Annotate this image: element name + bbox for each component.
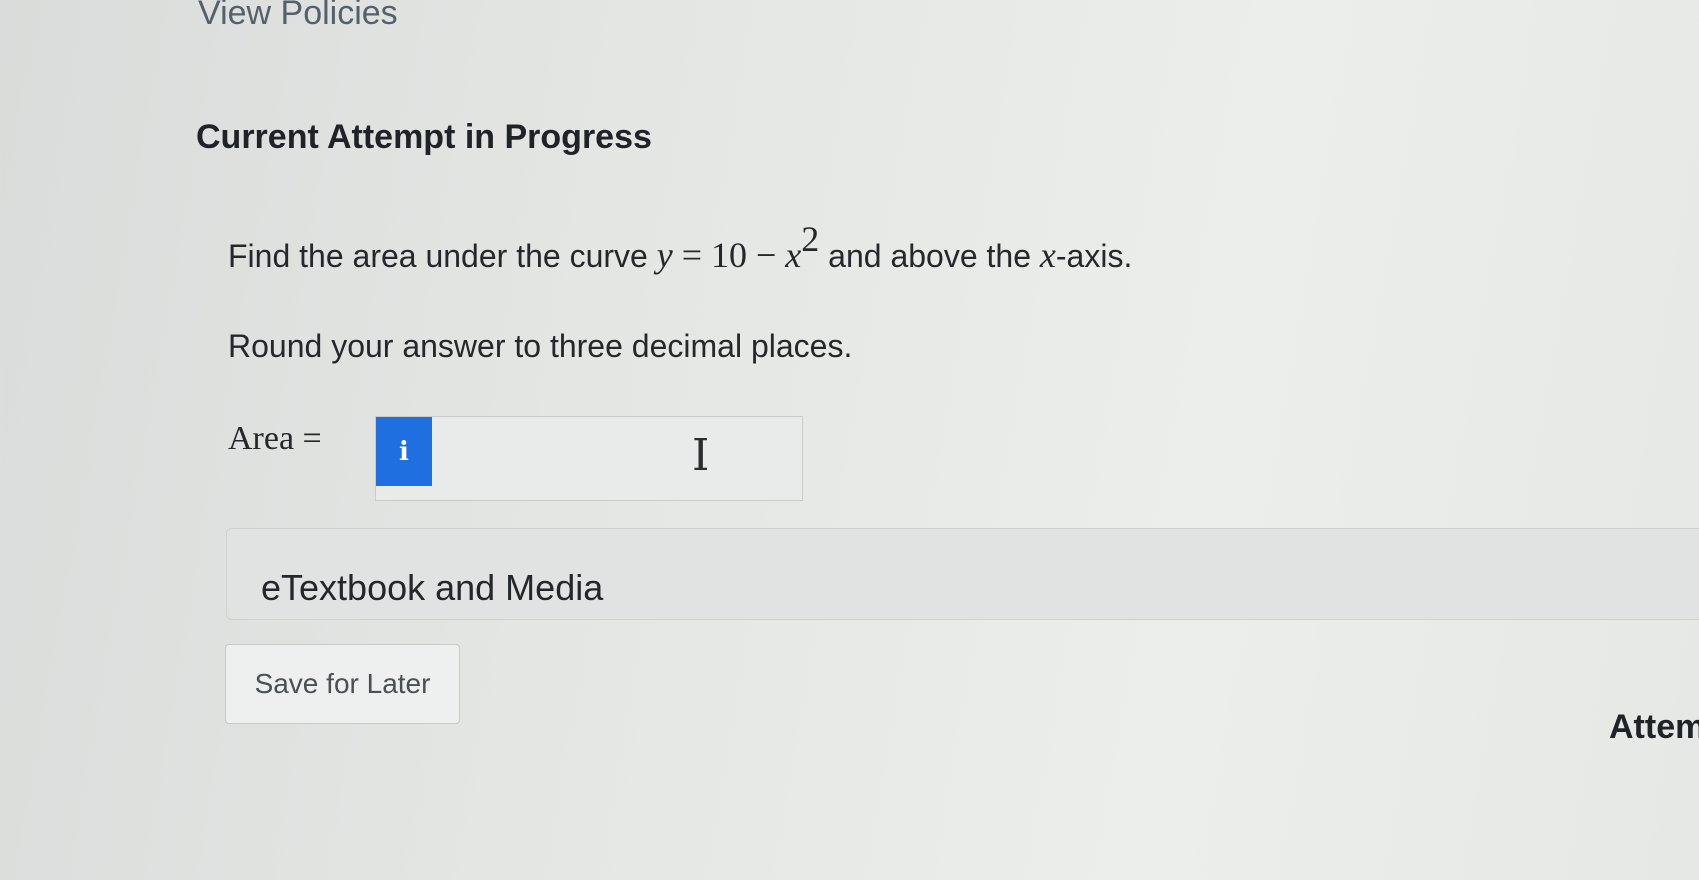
equation-x: x: [785, 235, 802, 275]
area-label: Area =: [228, 420, 322, 457]
area-answer-input[interactable]: [432, 417, 802, 500]
text-cursor-icon: I: [692, 430, 710, 481]
question-suffix-b: -axis.: [1055, 238, 1133, 274]
etextbook-media-panel[interactable]: eTextbook and Media: [226, 528, 1699, 620]
save-for-later-button[interactable]: Save for Later: [225, 644, 460, 724]
answer-field-group: i: [375, 416, 803, 501]
question-text: Find the area under the curve y = 10 − x…: [228, 221, 1133, 276]
attempt-title: Current Attempt in Progress: [196, 118, 652, 156]
equation-y: y: [656, 235, 673, 275]
rounding-instruction: Round your answer to three decimal place…: [228, 328, 853, 364]
equation-middle: = 10 −: [672, 235, 786, 275]
question-suffix-a: and above the: [819, 238, 1040, 274]
info-icon[interactable]: i: [376, 417, 432, 486]
attempts-label: Attem: [1609, 708, 1699, 746]
question-prefix: Find the area under the curve: [228, 238, 657, 274]
axis-variable: x: [1039, 235, 1056, 275]
equation-exponent: 2: [801, 219, 820, 259]
etextbook-media-label: eTextbook and Media: [261, 567, 604, 608]
view-policies-link[interactable]: View Policies: [198, 0, 398, 33]
